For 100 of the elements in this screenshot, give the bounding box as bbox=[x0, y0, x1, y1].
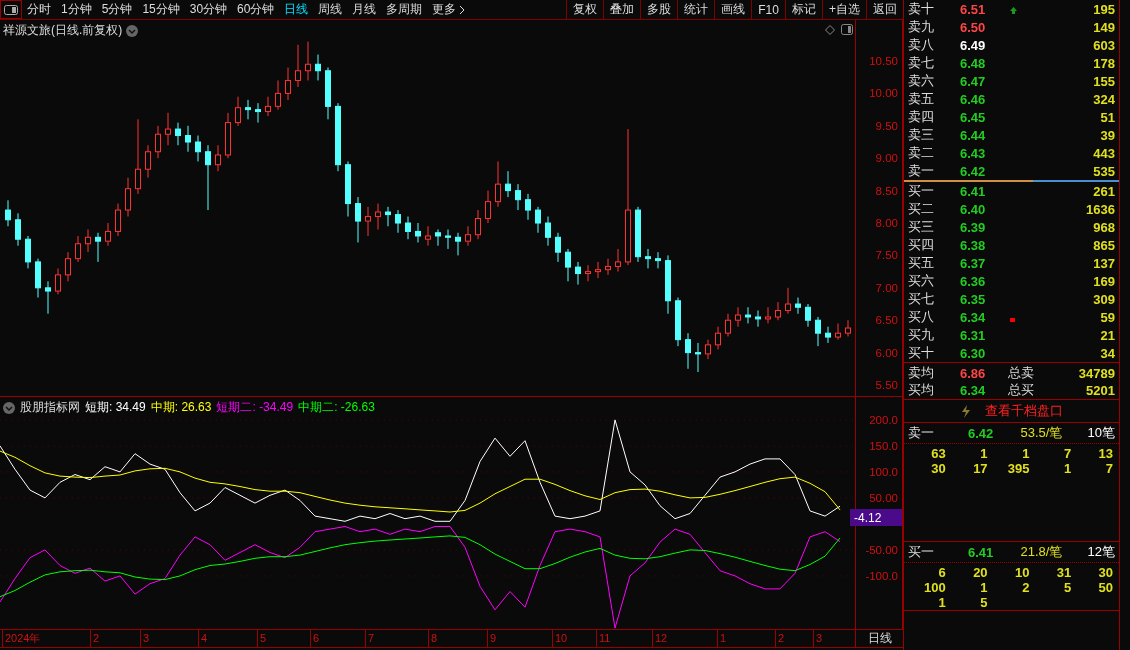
order-volume: 169 bbox=[1092, 273, 1115, 289]
axis-label: 7.50 bbox=[875, 249, 898, 262]
more-button[interactable]: 更多 bbox=[427, 0, 471, 19]
order-price: 6.46 bbox=[960, 91, 987, 107]
candlestick bbox=[585, 264, 591, 282]
queue-price: 6.42 bbox=[968, 425, 995, 441]
order-level-label: 买九 bbox=[908, 326, 935, 344]
period-tab[interactable]: 1分钟 bbox=[56, 0, 97, 19]
candlestick bbox=[805, 303, 811, 328]
period-tab[interactable]: 30分钟 bbox=[184, 0, 233, 19]
candlestick bbox=[125, 177, 131, 218]
candlestick bbox=[505, 170, 511, 198]
order-volume: 261 bbox=[1092, 183, 1115, 199]
order-price: 6.35 bbox=[960, 291, 987, 307]
period-tab[interactable]: 月线 bbox=[347, 0, 382, 19]
queue-volume: 5 bbox=[1062, 580, 1072, 595]
candlestick bbox=[115, 203, 121, 237]
average-price: 6.86 bbox=[960, 365, 987, 381]
queue-volume: 30 bbox=[930, 461, 946, 476]
period-tab[interactable]: 周线 bbox=[313, 0, 348, 19]
candlestick bbox=[455, 232, 461, 256]
order-level-label: 卖七 bbox=[908, 54, 935, 72]
candlestick bbox=[15, 212, 21, 247]
order-volume: 195 bbox=[1092, 1, 1115, 17]
candlestick bbox=[535, 206, 541, 234]
candlestick bbox=[395, 209, 401, 234]
period-tab[interactable]: 60分钟 bbox=[232, 0, 280, 19]
candlestick bbox=[295, 44, 301, 88]
order-level-label: 卖五 bbox=[908, 90, 935, 108]
toolbar-button[interactable]: 复权 bbox=[566, 0, 603, 19]
candlestick bbox=[435, 229, 441, 247]
toolbar-button[interactable]: 标记 bbox=[785, 0, 822, 19]
candlestick bbox=[365, 206, 371, 237]
candlestick bbox=[265, 96, 271, 117]
axis-label: 7.00 bbox=[875, 281, 898, 294]
period-tab[interactable]: 多周期 bbox=[381, 0, 428, 19]
candlestick bbox=[735, 306, 741, 328]
panel-toggle-icon[interactable] bbox=[841, 24, 853, 35]
order-level-label: 卖九 bbox=[908, 18, 935, 36]
candlestick bbox=[645, 248, 651, 269]
period-tab[interactable]: 分时 bbox=[22, 0, 56, 19]
indicator-name: 股朋指标网 bbox=[20, 399, 80, 416]
sidebar-toggle-icon[interactable] bbox=[0, 0, 22, 19]
candlestick bbox=[515, 183, 521, 211]
candlestick bbox=[475, 209, 481, 240]
dropdown-icon[interactable] bbox=[3, 401, 15, 414]
period-tab[interactable]: 5分钟 bbox=[96, 0, 138, 19]
candlestick bbox=[245, 99, 251, 120]
candlestick bbox=[595, 261, 601, 279]
queue-volume: 1 bbox=[979, 446, 988, 461]
candlestick bbox=[565, 248, 571, 282]
queue-volume: 10 bbox=[1013, 565, 1030, 580]
toolbar-button[interactable]: 画线 bbox=[714, 0, 751, 19]
order-price: 6.40 bbox=[960, 201, 987, 217]
queue-label: 买一 bbox=[908, 543, 935, 561]
period-tab[interactable]: 日线 bbox=[279, 0, 314, 19]
diamond-icon[interactable] bbox=[825, 24, 835, 35]
candlestick bbox=[275, 79, 281, 111]
time-label: 11 bbox=[596, 630, 611, 647]
axis-label: 5.50 bbox=[875, 379, 898, 391]
toolbar-button[interactable]: 返回 bbox=[866, 0, 903, 19]
candlestick bbox=[715, 326, 721, 350]
candlestick bbox=[525, 193, 531, 221]
average-label: 买均 bbox=[908, 381, 935, 399]
order-volume: 535 bbox=[1092, 163, 1115, 179]
period-tab[interactable]: 15分钟 bbox=[137, 0, 185, 19]
queue-volume: 5 bbox=[979, 595, 988, 610]
queue-label: 卖一 bbox=[908, 424, 935, 442]
candlestick bbox=[195, 135, 201, 162]
order-level-label: 买四 bbox=[908, 236, 935, 254]
order-level-label: 买三 bbox=[908, 218, 935, 236]
order-level-label: 卖一 bbox=[908, 162, 935, 180]
order-price: 6.47 bbox=[960, 73, 987, 89]
dropdown-icon[interactable] bbox=[126, 24, 139, 37]
queue-volume: 7 bbox=[1062, 446, 1072, 461]
candlestick bbox=[575, 261, 581, 286]
order-volume: 39 bbox=[1099, 127, 1115, 143]
indicator-value: 短期二: -34.49 bbox=[216, 399, 294, 416]
toolbar-button[interactable]: 叠加 bbox=[603, 0, 640, 19]
time-label: 8 bbox=[428, 630, 438, 647]
average-label: 卖均 bbox=[908, 364, 935, 382]
queue-volume: 13 bbox=[1097, 446, 1113, 461]
order-level-label: 买一 bbox=[908, 182, 935, 200]
toolbar-button[interactable]: 统计 bbox=[677, 0, 714, 19]
order-level-label: 卖二 bbox=[908, 144, 935, 162]
order-price: 6.51 bbox=[960, 1, 987, 17]
order-volume: 309 bbox=[1092, 291, 1115, 307]
order-volume: 149 bbox=[1092, 19, 1115, 35]
toolbar-button[interactable]: F10 bbox=[751, 0, 785, 19]
order-price: 6.38 bbox=[960, 237, 987, 253]
order-level-label: 买七 bbox=[908, 290, 935, 308]
order-level-label: 卖十 bbox=[908, 0, 935, 18]
order-price: 6.48 bbox=[960, 55, 987, 71]
total-label: 总买 bbox=[1008, 381, 1035, 399]
candlestick bbox=[775, 301, 781, 321]
order-price: 6.49 bbox=[960, 37, 987, 53]
toolbar-button[interactable]: +自选 bbox=[822, 0, 866, 19]
toolbar-button[interactable]: 多股 bbox=[640, 0, 677, 19]
depth-link[interactable]: 查看千档盘口 bbox=[984, 402, 1063, 420]
queue-volume: 2 bbox=[1021, 580, 1030, 595]
